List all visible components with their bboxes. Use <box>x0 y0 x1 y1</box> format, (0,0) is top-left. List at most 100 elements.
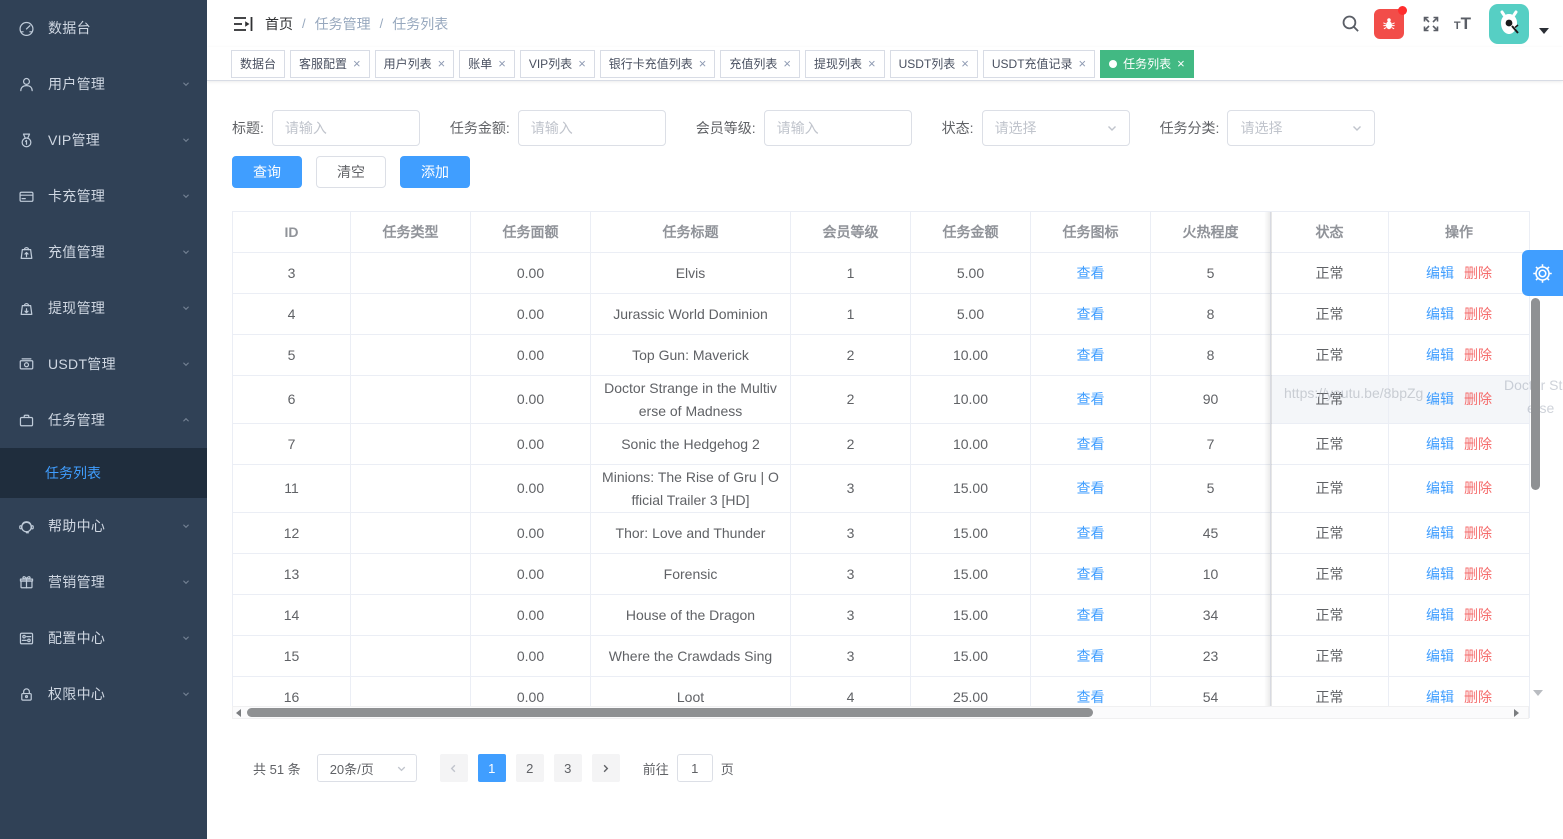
filter-select[interactable]: 请选择 <box>1227 110 1375 146</box>
edit-link[interactable]: 编辑 <box>1426 262 1454 285</box>
fullscreen-icon[interactable] <box>1414 7 1448 41</box>
add-button[interactable]: 添加 <box>400 156 470 188</box>
next-page-button[interactable] <box>592 754 620 782</box>
horizontal-scrollbar-thumb[interactable] <box>247 708 1093 717</box>
view-link[interactable]: 查看 <box>1077 344 1105 367</box>
page-size-select[interactable]: 20条/页 <box>317 754 417 782</box>
vertical-scrollbar-thumb[interactable] <box>1531 298 1540 490</box>
sidebar-item-withdraw[interactable]: 提现管理 <box>0 280 207 336</box>
sidebar-item-help[interactable]: 帮助中心 <box>0 498 207 554</box>
close-icon[interactable]: × <box>1177 57 1185 70</box>
delete-link[interactable]: 删除 <box>1464 433 1492 456</box>
sidebar-collapse-icon[interactable] <box>233 15 253 33</box>
page-button[interactable]: 2 <box>516 754 544 782</box>
sidebar-item-recharge[interactable]: 充值管理 <box>0 224 207 280</box>
tab[interactable]: USDT充值记录× <box>983 50 1095 78</box>
delete-link[interactable]: 删除 <box>1464 563 1492 586</box>
edit-link[interactable]: 编辑 <box>1426 433 1454 456</box>
close-icon[interactable]: × <box>498 57 506 70</box>
sidebar-item-usdt[interactable]: USDT管理 <box>0 336 207 392</box>
close-icon[interactable]: × <box>438 57 446 70</box>
close-icon[interactable]: × <box>578 57 586 70</box>
edit-link[interactable]: 编辑 <box>1426 563 1454 586</box>
edit-link[interactable]: 编辑 <box>1426 522 1454 545</box>
search-icon[interactable] <box>1334 7 1368 41</box>
view-link[interactable]: 查看 <box>1077 563 1105 586</box>
view-link[interactable]: 查看 <box>1077 645 1105 668</box>
tab[interactable]: USDT列表× <box>890 50 978 78</box>
avatar-dropdown-caret[interactable] <box>1539 28 1549 34</box>
breadcrumb-item[interactable]: 任务管理 <box>315 14 371 34</box>
filter-input[interactable] <box>272 110 420 146</box>
view-link[interactable]: 查看 <box>1077 388 1105 411</box>
view-link[interactable]: 查看 <box>1077 262 1105 285</box>
sidebar-item-config[interactable]: 配置中心 <box>0 610 207 666</box>
delete-link[interactable]: 删除 <box>1464 344 1492 367</box>
close-icon[interactable]: × <box>783 57 791 70</box>
page-button[interactable]: 3 <box>554 754 582 782</box>
sidebar-item-task[interactable]: 任务管理 <box>0 392 207 448</box>
edit-link[interactable]: 编辑 <box>1426 344 1454 367</box>
delete-link[interactable]: 删除 <box>1464 303 1492 326</box>
delete-link[interactable]: 删除 <box>1464 522 1492 545</box>
delete-link[interactable]: 删除 <box>1464 477 1492 500</box>
filter-input[interactable] <box>764 110 912 146</box>
tab[interactable]: 任务列表× <box>1100 50 1194 78</box>
goto-page-input[interactable] <box>677 754 713 782</box>
view-link[interactable]: 查看 <box>1077 433 1105 456</box>
scroll-right-arrow-icon[interactable] <box>1514 709 1519 717</box>
tab[interactable]: 账单× <box>459 50 515 78</box>
tab[interactable]: 客服配置× <box>290 50 370 78</box>
clear-button[interactable]: 清空 <box>316 156 386 188</box>
close-icon[interactable]: × <box>699 57 707 70</box>
edit-link[interactable]: 编辑 <box>1426 604 1454 627</box>
prev-page-button[interactable] <box>440 754 468 782</box>
tab[interactable]: 数据台 <box>231 50 285 78</box>
cell-text: 45 <box>1203 522 1219 545</box>
filter-select[interactable]: 请选择 <box>982 110 1130 146</box>
page-button[interactable]: 1 <box>478 754 506 782</box>
table-row: 150.00Where the Crawdads Sing315.00查看23正… <box>233 636 1529 677</box>
sidebar-item-label: 用户管理 <box>48 74 105 94</box>
sidebar-item-user[interactable]: 用户管理 <box>0 56 207 112</box>
edit-link[interactable]: 编辑 <box>1426 388 1454 411</box>
tab[interactable]: 提现列表× <box>805 50 885 78</box>
close-icon[interactable]: × <box>353 57 361 70</box>
scroll-left-arrow-icon[interactable] <box>236 709 241 717</box>
cell-text: 8 <box>1207 303 1215 326</box>
tab[interactable]: VIP列表× <box>520 50 595 78</box>
delete-link[interactable]: 删除 <box>1464 604 1492 627</box>
tab[interactable]: 充值列表× <box>720 50 800 78</box>
view-link[interactable]: 查看 <box>1077 303 1105 326</box>
breadcrumb-item[interactable]: 首页 <box>265 14 293 34</box>
cell-task-icon: 查看 <box>1031 513 1151 553</box>
sidebar-subitem-task-list[interactable]: 任务列表 <box>0 448 207 498</box>
close-icon[interactable]: × <box>868 57 876 70</box>
view-link[interactable]: 查看 <box>1077 604 1105 627</box>
view-link[interactable]: 查看 <box>1077 522 1105 545</box>
error-log-button[interactable] <box>1374 9 1404 39</box>
delete-link[interactable]: 删除 <box>1464 645 1492 668</box>
filter-input[interactable] <box>518 110 666 146</box>
edit-link[interactable]: 编辑 <box>1426 303 1454 326</box>
edit-link[interactable]: 编辑 <box>1426 645 1454 668</box>
view-link[interactable]: 查看 <box>1077 477 1105 500</box>
scroll-down-arrow-icon[interactable] <box>1533 690 1543 696</box>
sidebar-item-permission[interactable]: 权限中心 <box>0 666 207 722</box>
tab[interactable]: 用户列表× <box>375 50 455 78</box>
tab[interactable]: 银行卡充值列表× <box>600 50 716 78</box>
horizontal-scrollbar[interactable] <box>232 706 1529 719</box>
sidebar-item-marketing[interactable]: 营销管理 <box>0 554 207 610</box>
close-icon[interactable]: × <box>961 57 969 70</box>
font-size-icon[interactable]: TT <box>1454 14 1471 34</box>
search-button[interactable]: 查询 <box>232 156 302 188</box>
close-icon[interactable]: × <box>1079 57 1087 70</box>
delete-link[interactable]: 删除 <box>1464 262 1492 285</box>
sidebar-item-dashboard[interactable]: 数据台 <box>0 0 207 56</box>
table-settings-button[interactable] <box>1522 250 1563 296</box>
avatar[interactable] <box>1489 4 1529 44</box>
sidebar-item-card-recharge[interactable]: 卡充管理 <box>0 168 207 224</box>
edit-link[interactable]: 编辑 <box>1426 477 1454 500</box>
sidebar-item-vip[interactable]: VIP管理 <box>0 112 207 168</box>
delete-link[interactable]: 删除 <box>1464 388 1492 411</box>
